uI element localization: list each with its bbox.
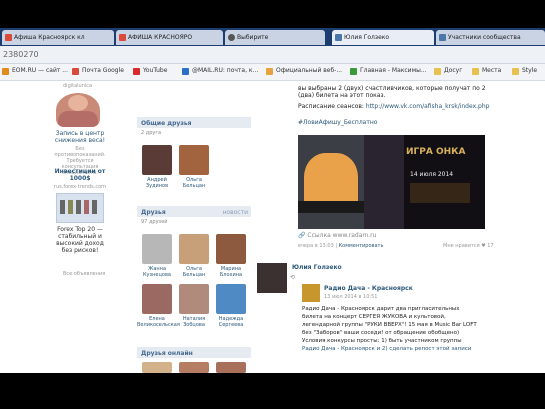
bookmark-icon (2, 68, 9, 75)
tab-afisha-2[interactable]: АФИША КРАСНОЯРО (116, 30, 223, 45)
friend-photo[interactable] (142, 234, 172, 264)
bookmark-official[interactable]: Официальный веб-... (266, 67, 342, 75)
bookmark-youtube[interactable]: YouTube (133, 67, 167, 75)
forex-ad-text[interactable]: Forex Top 20 — стабильный и высокий дохо… (52, 226, 108, 254)
friend-photo[interactable] (179, 362, 209, 373)
address-bar[interactable]: 2380270 (0, 46, 545, 64)
poster-date: 14 июля 2014 (410, 171, 454, 178)
bookmark-eom[interactable]: ЕОМ.RU — сайт ... (2, 67, 68, 75)
online-friends-header[interactable]: Друзья онлайн (137, 347, 251, 358)
all-ads-link[interactable]: Все объявления (63, 271, 105, 277)
friends-header[interactable]: Друзья новости (137, 206, 251, 217)
tab-label: Выбирите (237, 34, 269, 41)
avatar[interactable] (257, 263, 287, 293)
folder-icon (434, 68, 441, 75)
bookmark-maxima[interactable]: Главная - Максимы... (350, 67, 427, 75)
repost-group[interactable]: Радио Дача - Красноярск (324, 285, 413, 292)
bookmark-icon (182, 68, 189, 75)
wall-text-line: Радио Дача - Красноярск и 2) сделать реп… (302, 346, 472, 352)
post-meta: вчера в 13:03 | Комментировать (298, 243, 384, 249)
post-photo-small[interactable] (298, 135, 364, 229)
tab-strip: Афиша Красноярск кл АФИША КРАСНОЯРО Выби… (0, 28, 545, 46)
post-text: вы выбраны 2 (двух) счастливчиков, котор… (298, 85, 486, 99)
wall-text-line: Условия конкурсы просты: 1) быть участни… (302, 338, 462, 344)
link-icon: 🔗 (298, 232, 306, 239)
tab-favicon-icon (5, 34, 12, 41)
bookmark-icon (72, 68, 79, 75)
tab-label: Участники сообщества (448, 34, 521, 41)
ad-invest-title[interactable]: Инвестиции от 1000$ (52, 168, 108, 182)
ad-title[interactable]: Запись в центр снижения веса! (52, 130, 108, 144)
bookmark-icon (350, 68, 357, 75)
friend-name[interactable]: Ольга Бельцан (174, 177, 214, 189)
comment-link[interactable]: Комментировать (339, 243, 384, 249)
tab-label: АФИША КРАСНОЯРО (128, 34, 193, 41)
vk-icon (439, 34, 446, 41)
tab-label: Юлия Голзеко (344, 34, 390, 41)
common-friends-header[interactable]: Общие друзья (137, 117, 251, 128)
forex-ad-image[interactable] (56, 193, 104, 223)
friend-photo[interactable] (142, 145, 172, 175)
repost-date: 13 июл 2014 в 10:51 (324, 294, 378, 300)
tab-favicon-icon (119, 34, 126, 41)
bookmark-dosug[interactable]: Досуг (434, 67, 462, 75)
wall-text-line: Радио Дача - Красноярск дарит два пригла… (302, 306, 460, 312)
tab-community-members[interactable]: Участники сообщества (436, 30, 545, 45)
friend-name[interactable]: Елена Великосельская (137, 316, 180, 328)
friend-photo[interactable] (179, 145, 209, 175)
repost-icon: ⟲ (290, 274, 296, 281)
tab-afisha-1[interactable]: Афиша Красноярск кл (2, 30, 114, 45)
friend-name[interactable]: Ольга Бельцан (174, 266, 214, 278)
browser-window: Афиша Красноярск кл АФИША КРАСНОЯРО Выби… (0, 28, 545, 373)
ad-image[interactable] (56, 93, 100, 127)
friend-name[interactable]: Надежда Сергеева (211, 316, 251, 328)
friend-photo[interactable] (179, 234, 209, 264)
common-friends-count: 2 друга (141, 130, 162, 136)
schedule-label: Расписание сеансов: http://www.vk.com/af… (298, 103, 490, 110)
tab-profile[interactable]: Юлия Голзеко (332, 30, 434, 45)
like-button[interactable]: Мне нравится ♥ 17 (443, 243, 494, 249)
wall-text-line: без "Заборов" ваши соседи! от обращение … (302, 330, 460, 336)
friend-photo[interactable] (142, 284, 172, 314)
bookmark-mesta[interactable]: Места (472, 67, 501, 75)
friends-count: 97 друзей (141, 219, 168, 225)
paw-icon (228, 34, 235, 41)
schedule-link[interactable]: http://www.vk.com/afisha_krsk/index.php (366, 103, 490, 110)
poster-title: ИГРА ОНКА (406, 147, 466, 157)
youtube-icon (133, 68, 140, 75)
friend-name[interactable]: Марина Блохина (211, 266, 251, 278)
tab-vybirite[interactable]: Выбирите (225, 30, 325, 45)
address-text: 2380270 (3, 50, 39, 59)
ad-user: digitalunica (63, 83, 93, 89)
wall-text-line: билета на концерт СЕРГЕЯ ЖУКОВА и культо… (302, 314, 446, 320)
friend-photo[interactable] (216, 234, 246, 264)
folder-icon (512, 68, 519, 75)
group-avatar[interactable] (302, 284, 320, 302)
bookmark-icon (266, 68, 273, 75)
bookmark-mailru[interactable]: @MAIL.RU: почта, к... (182, 67, 258, 75)
friend-photo[interactable] (216, 284, 246, 314)
bookmark-style[interactable]: Style (512, 67, 537, 75)
ad-invest-site: rus.forex-trends.com (53, 184, 107, 190)
heart-icon: ♥ (481, 243, 486, 249)
friend-photo[interactable] (216, 362, 246, 373)
friend-photo[interactable] (179, 284, 209, 314)
tab-label: Афиша Красноярск кл (14, 34, 85, 41)
page-content: digitalunica Запись в центр снижения вес… (0, 81, 545, 373)
event-poster[interactable]: ИГРА ОНКА 14 июля 2014 (364, 135, 485, 229)
vk-icon (335, 34, 342, 41)
friend-name[interactable]: Наталия Зобцова (174, 316, 214, 328)
bookmark-gmail[interactable]: Почта Google (72, 67, 124, 75)
post-link-caption[interactable]: 🔗 Ссылка www.radam.ru (298, 232, 376, 239)
wall-author[interactable]: Юлия Голзеко (292, 264, 342, 271)
folder-icon (472, 68, 479, 75)
friend-name[interactable]: Андрей Зудинов (137, 177, 177, 189)
friend-photo[interactable] (142, 362, 172, 373)
bookmarks-bar: ЕОМ.RU — сайт ... Почта Google YouTube @… (0, 64, 545, 81)
friend-name[interactable]: Жанна Кузнецова (137, 266, 177, 278)
hashtag-link[interactable]: #ЛовиАфишу_Бесплатно (298, 119, 377, 126)
wall-text-line: легендарной группы "РУКИ ВВЕРХ"! 15 мая … (302, 322, 477, 328)
